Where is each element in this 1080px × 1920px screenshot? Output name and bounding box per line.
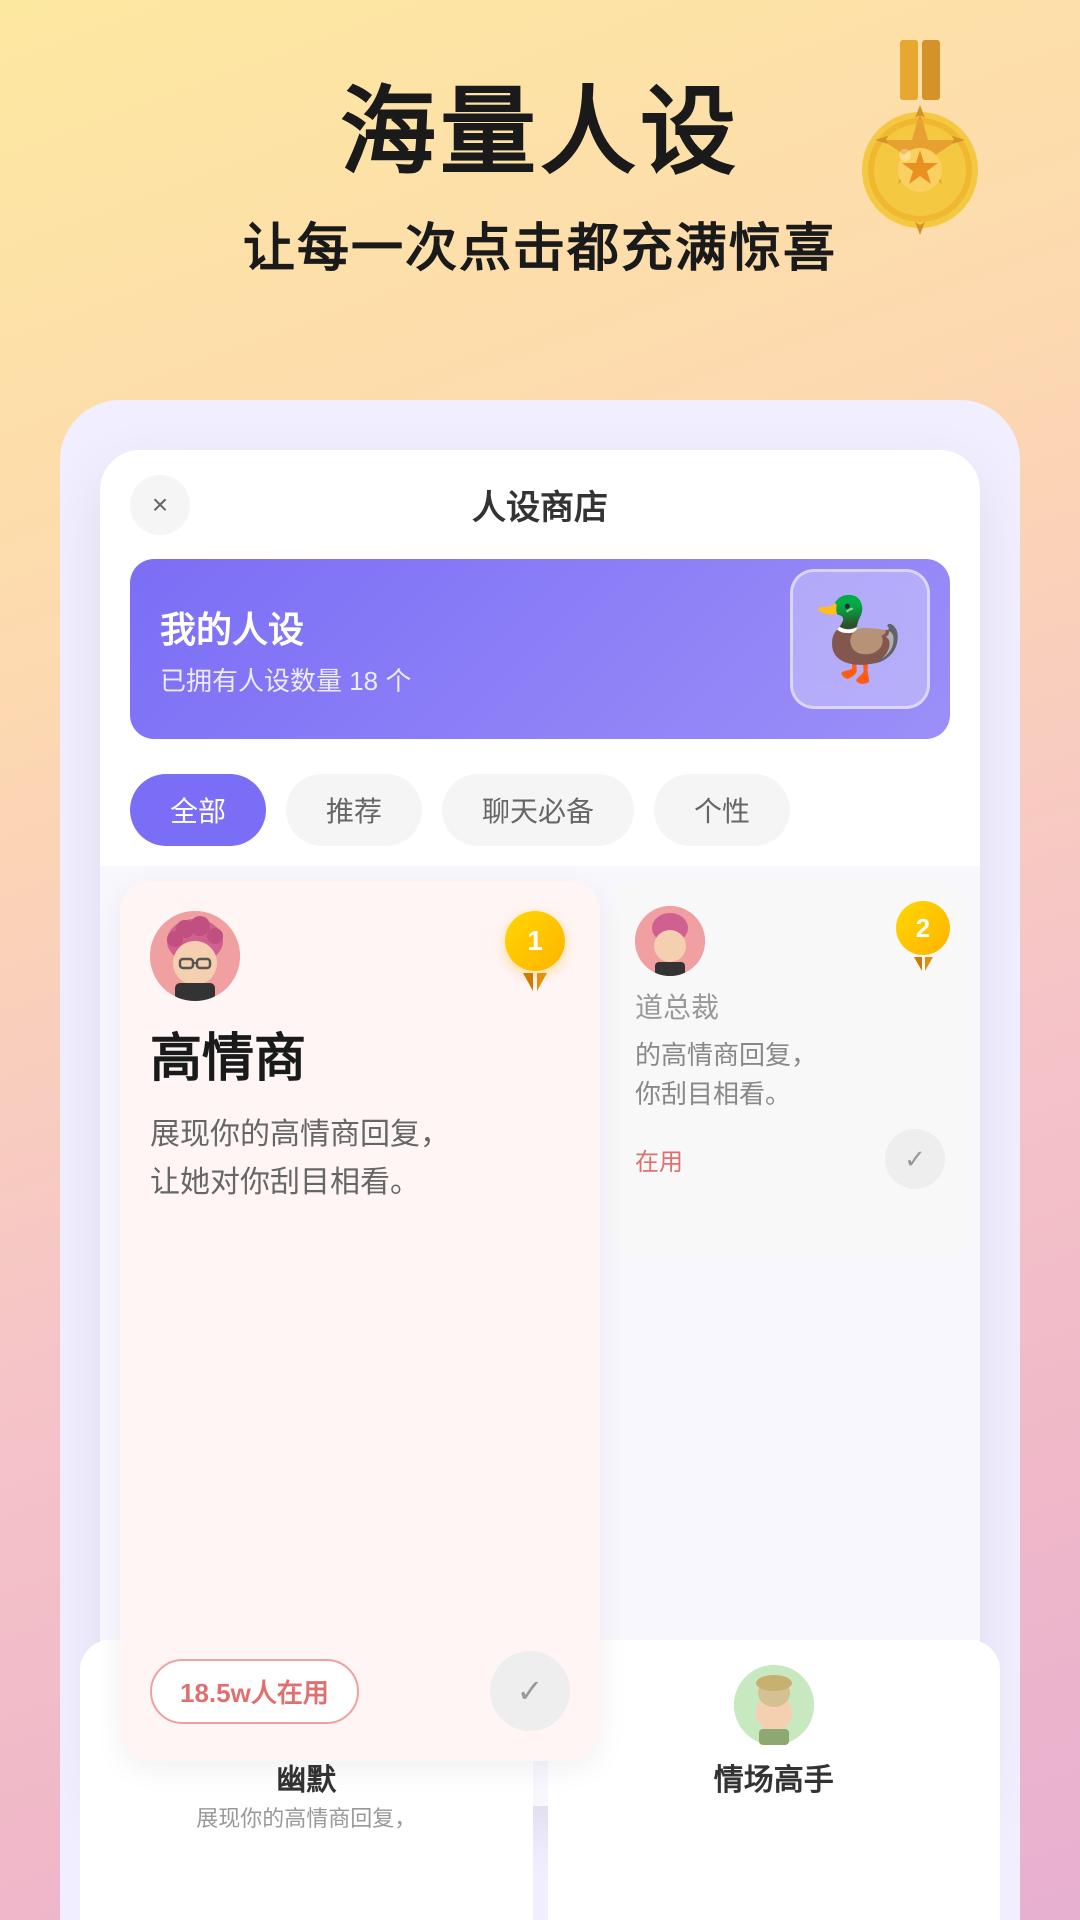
- bottom-card-humor-title: 幽默: [276, 1755, 336, 1799]
- user-count: 18.5w人在用: [150, 1659, 359, 1724]
- tab-chat-essential[interactable]: 聊天必备: [442, 774, 634, 846]
- tab-recommend[interactable]: 推荐: [286, 774, 422, 846]
- flirt-avatar: [734, 1665, 814, 1745]
- right-check-btn[interactable]: ✓: [885, 1129, 945, 1189]
- right-card-desc: 的高情商回复，你刮目相看。: [635, 1036, 945, 1114]
- close-button[interactable]: ×: [130, 475, 190, 535]
- page-container: 海量人设 让每一次点击都充满惊喜 × 人设商店 我的人设 已拥有人设数量 18 …: [0, 0, 1080, 1920]
- right-card-footer: 在用 ✓: [635, 1129, 945, 1189]
- main-card-title: 高情商: [150, 1016, 570, 1091]
- tab-all[interactable]: 全部: [130, 774, 266, 846]
- bottom-card-flirt[interactable]: 情场高手: [548, 1640, 981, 1806]
- top-bar: × 人设商店: [100, 450, 980, 559]
- panel-title: 人设商店: [472, 480, 608, 529]
- rank-badge-1: 1: [500, 911, 570, 991]
- main-card-desc: 展现你的高情商回复，让她对你刮目相看。: [150, 1111, 570, 1207]
- main-card-footer: 18.5w人在用 ✓: [150, 1651, 570, 1731]
- phone-card: × 人设商店 我的人设 已拥有人设数量 18 个 🦆 全部 推荐 聊天必备 个性: [60, 400, 1020, 1920]
- check-button[interactable]: ✓: [490, 1651, 570, 1731]
- main-card-avatar: [150, 911, 240, 1001]
- bottom-card-flirt-title: 情场高手: [714, 1755, 834, 1799]
- header-section: 海量人设 让每一次点击都充满惊喜: [0, 0, 1080, 281]
- persona-count: 已拥有人设数量 18 个: [160, 661, 790, 698]
- persona-emoji-card: 🦆: [790, 569, 930, 709]
- right-card-avatar: [635, 906, 705, 976]
- medal-decoration: [840, 40, 1000, 240]
- my-persona-label: 我的人设: [160, 601, 790, 653]
- tab-personality[interactable]: 个性: [654, 774, 790, 846]
- right-card-top[interactable]: 2 道总裁 的高情商回复，你刮目相看。 在用 ✓: [610, 881, 970, 1261]
- right-rank-badge: 2: [896, 901, 950, 971]
- persona-text-area: 我的人设 已拥有人设数量 18 个: [160, 601, 790, 698]
- inner-panel: × 人设商店 我的人设 已拥有人设数量 18 个 🦆 全部 推荐 聊天必备 个性: [100, 450, 980, 1806]
- my-persona-banner: 我的人设 已拥有人设数量 18 个 🦆: [130, 559, 950, 739]
- rank-number-1: 1: [505, 911, 565, 971]
- main-card[interactable]: 1 高情商 展现你的高情商回复，让她对你刮目相看。 18.5w人在用 ✓: [120, 881, 600, 1761]
- right-section-label: 道总裁: [635, 986, 945, 1026]
- right-user-count: 在用: [635, 1142, 683, 1177]
- tab-bar: 全部 推荐 聊天必备 个性: [100, 759, 980, 866]
- bottom-card-humor-desc: 展现你的高情商回复，: [196, 1804, 416, 1806]
